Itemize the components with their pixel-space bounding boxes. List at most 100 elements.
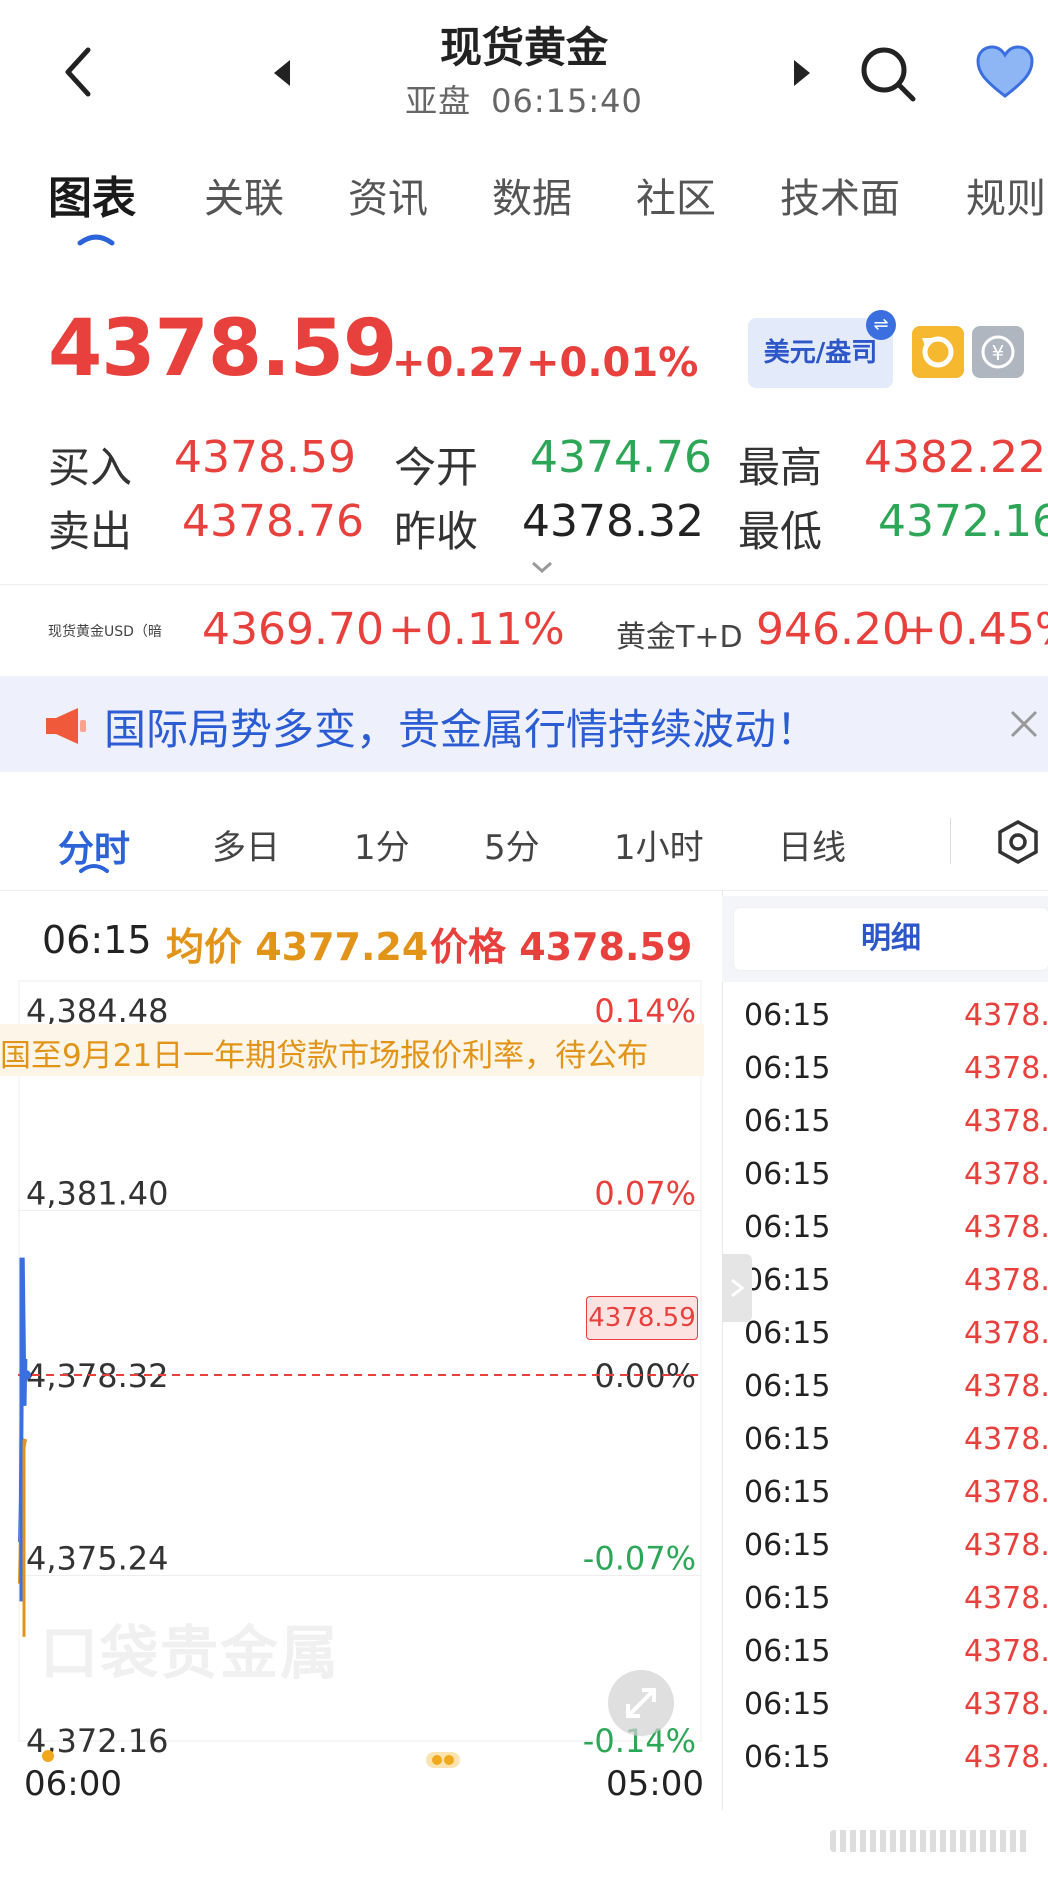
detail-row-price: 4378.7 bbox=[964, 1316, 1048, 1351]
current-price: 4378.59 bbox=[48, 304, 397, 394]
refresh-icon[interactable] bbox=[912, 326, 964, 378]
search-icon[interactable] bbox=[858, 44, 918, 104]
heart-icon[interactable] bbox=[974, 44, 1036, 100]
detail-row-time: 06:15 bbox=[744, 1528, 831, 1563]
tab-detail[interactable]: 明细 bbox=[734, 908, 1048, 970]
detail-row-time: 06:15 bbox=[744, 1475, 831, 1510]
tab-chart[interactable]: 图表 bbox=[48, 162, 136, 226]
related-price-2: 946.20 bbox=[756, 604, 910, 655]
x-tick-start: 06:00 bbox=[24, 1764, 122, 1804]
related-pct-1: +0.11% bbox=[388, 604, 565, 655]
open-value: 4374.76 bbox=[530, 432, 712, 483]
prev-close-value: 4378.32 bbox=[522, 496, 704, 547]
time-marker bbox=[42, 1750, 54, 1762]
high-value: 4382.22 bbox=[864, 432, 1046, 483]
tab-active-indicator bbox=[78, 862, 110, 874]
detail-row-time: 06:15 bbox=[744, 1581, 831, 1616]
detail-row-time: 06:15 bbox=[744, 1422, 831, 1457]
detail-row-time: 06:15 bbox=[744, 998, 831, 1033]
crosshair-price: 价格 4378.59 +0.01% bbox=[430, 925, 706, 969]
market-label: 亚盘 bbox=[405, 82, 472, 120]
period-tab-daily[interactable]: 日线 bbox=[778, 820, 846, 869]
close-icon[interactable] bbox=[1008, 708, 1040, 740]
sell-label: 卖出 bbox=[48, 507, 133, 556]
chevron-down-icon[interactable] bbox=[530, 560, 554, 574]
settings-hex-icon[interactable] bbox=[994, 818, 1042, 866]
y-tick-label: 4,381.40 bbox=[26, 1175, 169, 1213]
period-tab-multiday[interactable]: 多日 bbox=[212, 820, 280, 869]
switch-unit-icon: ⇌ bbox=[866, 310, 896, 340]
pct-tick-label: 0.07% bbox=[594, 1175, 696, 1213]
svg-text:¥: ¥ bbox=[992, 341, 1005, 365]
megaphone-icon bbox=[44, 706, 90, 746]
detail-row-price: 4378.8 bbox=[964, 1528, 1048, 1563]
sell-value: 4378.76 bbox=[182, 496, 364, 547]
currency-icon[interactable]: ¥ bbox=[972, 326, 1024, 378]
price-change: +0.27 bbox=[392, 340, 525, 386]
detail-row-time: 06:15 bbox=[744, 1263, 831, 1298]
current-point bbox=[21, 1370, 31, 1380]
period-tab-1hour[interactable]: 1小时 bbox=[614, 820, 704, 869]
detail-row-price: 4378.7 bbox=[964, 1369, 1048, 1404]
scroll-dots bbox=[426, 1752, 460, 1768]
price-change-pct: +0.01% bbox=[526, 340, 699, 386]
detail-row-price: 4378.6 bbox=[964, 1740, 1048, 1775]
detail-row-price: 4378.8 bbox=[964, 1422, 1048, 1457]
detail-row-time: 06:15 bbox=[744, 1051, 831, 1086]
current-price-tag: 4378.59 bbox=[586, 1296, 698, 1340]
related-name-2[interactable]: 黄金T+D bbox=[616, 612, 743, 656]
collapse-panel-icon[interactable] bbox=[722, 1254, 752, 1322]
related-name-1[interactable]: 现货黄金USD（暗 bbox=[48, 621, 162, 641]
buy-label: 买入 bbox=[48, 443, 133, 492]
detail-row-price: 4378.7 bbox=[964, 1263, 1048, 1298]
news-strip-text: 国至9月21日一年期贷款市场报价利率，待公布 bbox=[0, 1038, 649, 1074]
detail-row-time: 06:15 bbox=[744, 1634, 831, 1669]
banner-text: 国际局势多变，贵金属行情持续波动！ bbox=[104, 705, 819, 754]
buy-value: 4378.59 bbox=[174, 432, 356, 483]
detail-row-price: 4378.5 bbox=[964, 1687, 1048, 1722]
high-label: 最高 bbox=[738, 443, 823, 492]
detail-row-price: 4378.7 bbox=[964, 1157, 1048, 1192]
detail-row-price: 4378.6 bbox=[964, 1634, 1048, 1669]
tab-data[interactable]: 数据 bbox=[492, 166, 572, 224]
detail-row-price: 4378.7 bbox=[964, 1104, 1048, 1139]
avg-price: 均价 4377.24 bbox=[166, 925, 429, 969]
detail-row-time: 06:15 bbox=[744, 1104, 831, 1139]
tab-rules[interactable]: 规则 bbox=[966, 166, 1046, 224]
prev-close-label: 昨收 bbox=[394, 507, 479, 556]
open-label: 今开 bbox=[394, 443, 479, 492]
detail-row-time: 06:15 bbox=[744, 1740, 831, 1775]
market-time: 06:15:40 bbox=[491, 82, 643, 120]
x-tick-end: 05:00 bbox=[606, 1764, 704, 1804]
panel-divider bbox=[722, 890, 723, 1810]
divider bbox=[950, 818, 951, 864]
detail-row-time: 06:15 bbox=[744, 1210, 831, 1245]
tab-active-indicator bbox=[76, 232, 116, 246]
period-tab-5min[interactable]: 5分 bbox=[484, 820, 540, 869]
tab-technical[interactable]: 技术面 bbox=[780, 166, 900, 224]
low-label: 最低 bbox=[738, 507, 823, 556]
detail-row-price: 4378.6 bbox=[964, 1581, 1048, 1616]
detail-row-time: 06:15 bbox=[744, 1369, 831, 1404]
home-indicator bbox=[830, 1830, 1030, 1852]
watermark: 口袋贵金属 bbox=[40, 1619, 341, 1687]
tab-community[interactable]: 社区 bbox=[636, 166, 716, 224]
pct-tick-label: -0.07% bbox=[583, 1540, 696, 1578]
next-icon[interactable] bbox=[790, 58, 814, 88]
detail-row-price: 4378.8 bbox=[964, 1475, 1048, 1510]
tab-news[interactable]: 资讯 bbox=[348, 166, 428, 224]
detail-row-time: 06:15 bbox=[744, 1157, 831, 1192]
period-tab-1min[interactable]: 1分 bbox=[354, 820, 410, 869]
detail-row-price: 4378.8 bbox=[964, 998, 1048, 1033]
tab-related[interactable]: 关联 bbox=[204, 166, 284, 224]
related-pct-2: +0.45% bbox=[900, 604, 1048, 655]
detail-row-time: 06:15 bbox=[744, 1687, 831, 1722]
low-value: 4372.16 bbox=[878, 496, 1048, 547]
expand-icon[interactable] bbox=[608, 1670, 674, 1736]
detail-row-price: 4378.7 bbox=[964, 1210, 1048, 1245]
y-tick-label: 4,375.24 bbox=[26, 1540, 169, 1578]
crosshair-time: 06:15 bbox=[42, 918, 152, 962]
detail-row-time: 06:15 bbox=[744, 1316, 831, 1351]
detail-row-price: 4378.8 bbox=[964, 1051, 1048, 1086]
related-price-1: 4369.70 bbox=[202, 604, 384, 655]
